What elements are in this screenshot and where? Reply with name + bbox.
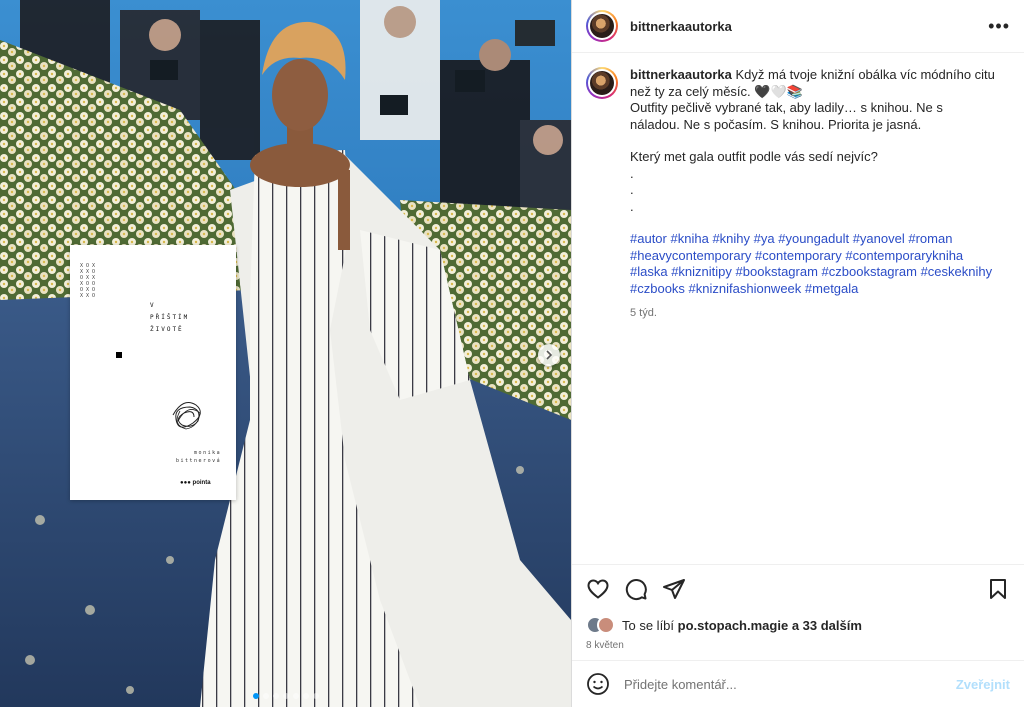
caption-line: Outfity pečlivě vybrané tak, aby ladily…… [630, 100, 943, 132]
avatar[interactable] [586, 67, 618, 99]
caption: bittnerkaautorka Když má tvoje knižní ob… [586, 67, 1010, 322]
more-options-icon[interactable]: ••• [988, 17, 1010, 35]
avatar[interactable] [586, 10, 618, 42]
bookmark-icon[interactable] [986, 577, 1010, 601]
caption-username[interactable]: bittnerkaautorka [630, 67, 732, 82]
carousel-dot [282, 693, 289, 699]
post-comment-button[interactable]: Zveřejnit [956, 677, 1010, 692]
hashtag-link[interactable]: #knihy [712, 231, 750, 246]
comment-input[interactable] [624, 676, 956, 692]
caption-text: bittnerkaautorka Když má tvoje knižní ob… [630, 67, 996, 322]
emoji-icon[interactable] [586, 672, 610, 696]
likes-count[interactable]: a 33 dalším [792, 618, 862, 633]
likes-prefix: To se líbí [622, 617, 675, 633]
book-cover: X O X X X O O X X X O O O X O X X O V PŘ… [70, 245, 236, 500]
post-side-panel: bittnerkaautorka ••• bittnerkaautorka Kd… [571, 0, 1024, 707]
carousel-dot [252, 693, 259, 699]
add-comment-bar: Zveřejnit [572, 660, 1024, 707]
caption-time[interactable]: 5 týd. [630, 305, 996, 322]
liker-username[interactable]: po.stopach.magie [678, 618, 789, 633]
carousel-dot [262, 693, 269, 699]
share-icon[interactable] [662, 577, 686, 601]
hashtag-link[interactable]: #metgala [805, 281, 858, 296]
action-bar [572, 564, 1024, 612]
carousel-dot [272, 693, 279, 699]
heart-icon[interactable] [586, 577, 610, 601]
carousel-dot [302, 693, 309, 699]
carousel-dot [312, 693, 319, 699]
carousel-dot [292, 693, 299, 699]
hashtag-link[interactable]: #czbookstagram [822, 264, 917, 279]
book-pattern: X O X X X O O X X X O O O X O X X O [80, 263, 96, 299]
hashtags: #autor #kniha #knihy #ya #youngadult #ya… [630, 231, 996, 297]
likes-summary: To se líbí po.stopach.magie a 33 dalším [572, 612, 1024, 638]
hashtag-link[interactable]: #roman [908, 231, 952, 246]
book-publisher: ●●● pointa [180, 480, 211, 486]
hashtag-link[interactable]: #ya [754, 231, 775, 246]
hashtag-link[interactable]: #kniznitipy [671, 264, 732, 279]
hashtag-link[interactable]: #kniznifashionweek [689, 281, 802, 296]
post-header: bittnerkaautorka ••• [572, 0, 1024, 53]
hashtag-link[interactable]: #ceskeknihy [921, 264, 993, 279]
hashtag-link[interactable]: #laska [630, 264, 668, 279]
hashtag-link[interactable]: #bookstagram [736, 264, 818, 279]
comment-icon[interactable] [624, 577, 648, 601]
comments-area: bittnerkaautorka Když má tvoje knižní ob… [572, 53, 1024, 564]
chevron-right-icon [546, 350, 553, 360]
caption-line: . [630, 165, 634, 181]
caption-line: Který met gala outfit podle vás sedí nej… [630, 149, 878, 164]
hashtag-link[interactable]: #youngadult [778, 231, 849, 246]
username-link[interactable]: bittnerkaautorka [630, 19, 732, 34]
liker-avatars[interactable] [586, 615, 616, 635]
hashtag-link[interactable]: #contemporarykniha [845, 248, 963, 263]
caption-line: . [630, 182, 634, 197]
hashtag-link[interactable]: #yanovel [853, 231, 905, 246]
hashtag-link[interactable]: #kniha [671, 231, 709, 246]
carousel-next-button[interactable] [538, 344, 560, 366]
hashtag-link[interactable]: #czbooks [630, 281, 685, 296]
hashtag-link[interactable]: #heavycontemporary [630, 248, 751, 263]
book-author: monika bittnerová [176, 450, 222, 464]
hashtag-link[interactable]: #autor [630, 231, 667, 246]
hashtag-link[interactable]: #contemporary [755, 248, 842, 263]
carousel-indicator [0, 693, 571, 699]
post-media[interactable]: X O X X X O O X X X O O O X O X X O V PŘ… [0, 0, 571, 707]
book-title: V PŘÍŠTÍM ŽIVOTĚ [150, 302, 190, 333]
post-date[interactable]: 8 květen [572, 638, 1024, 660]
instagram-post-modal: X O X X X O O X X X O O O X O X X O V PŘ… [0, 0, 1024, 707]
book-square [116, 352, 122, 358]
scribble-icon [172, 402, 201, 430]
caption-line: . [630, 198, 634, 214]
